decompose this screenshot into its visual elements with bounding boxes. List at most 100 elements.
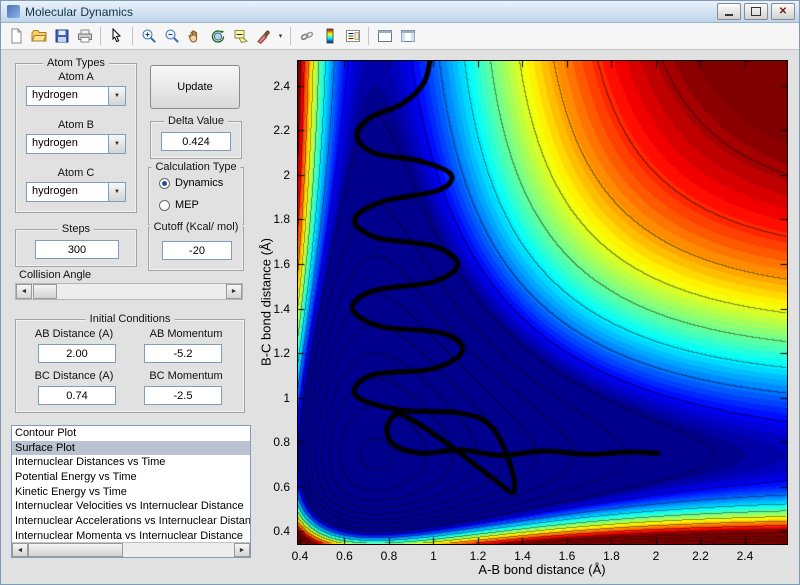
ab-distance-label: AB Distance (A) xyxy=(20,328,128,340)
zoom-out-button[interactable] xyxy=(161,26,182,47)
y-tick-label: 1.6 xyxy=(273,257,290,271)
list-item[interactable]: Kinetic Energy vs Time xyxy=(12,485,250,500)
steps-title: Steps xyxy=(58,223,94,235)
toolbar-separator xyxy=(368,27,369,45)
insert-colorbar-button[interactable] xyxy=(319,26,340,47)
edit-plot-arrow-icon xyxy=(109,28,125,44)
title-bar[interactable]: Molecular Dynamics ✕ xyxy=(1,1,799,23)
print-figure-icon xyxy=(77,28,93,44)
show-plot-tools-button[interactable] xyxy=(397,26,418,47)
list-item[interactable]: Contour Plot xyxy=(12,426,250,441)
insert-legend-button[interactable] xyxy=(342,26,363,47)
save-figure-icon xyxy=(54,28,70,44)
delta-value-field[interactable]: 0.424 xyxy=(161,132,231,151)
x-tick-label: 0.4 xyxy=(292,549,309,563)
x-tick-label: 2.4 xyxy=(737,549,754,563)
close-button[interactable]: ✕ xyxy=(771,3,795,20)
y-tick-label: 1.8 xyxy=(273,212,290,226)
print-figure-button[interactable] xyxy=(74,26,95,47)
chevron-down-icon[interactable]: ▼ xyxy=(108,87,125,105)
atom-a-dropdown[interactable]: hydrogen ▼ xyxy=(26,86,126,106)
insert-legend-icon xyxy=(345,28,361,44)
radio-selected-icon xyxy=(159,178,170,189)
y-tick-label: 1 xyxy=(283,391,290,405)
x-tick-label: 2.2 xyxy=(692,549,709,563)
update-button[interactable]: Update xyxy=(150,65,240,109)
slider-thumb[interactable] xyxy=(33,284,57,299)
slider-track[interactable] xyxy=(32,284,226,299)
brush-dropdown-caret[interactable]: ▾ xyxy=(276,26,285,47)
atom-c-dropdown[interactable]: hydrogen ▼ xyxy=(26,182,126,202)
pan-hand-icon xyxy=(187,28,203,44)
atom-types-panel: Atom Types Atom A hydrogen ▼ Atom B hydr… xyxy=(15,63,137,213)
ab-momentum-field[interactable]: -5.2 xyxy=(144,344,222,363)
link-plot-button[interactable] xyxy=(296,26,317,47)
rotate-3d-button[interactable] xyxy=(207,26,228,47)
pes-canvas[interactable] xyxy=(297,60,788,545)
delta-value-panel: Delta Value 0.424 xyxy=(150,121,242,159)
listbox-hscrollbar[interactable]: ◄ ► xyxy=(12,542,250,557)
scroll-track[interactable] xyxy=(28,543,234,557)
minimize-button[interactable] xyxy=(717,3,741,20)
slider-left-arrow-icon[interactable]: ◄ xyxy=(16,284,32,299)
show-plot-tools-icon xyxy=(400,28,416,44)
ab-distance-field[interactable]: 2.00 xyxy=(38,344,116,363)
atom-c-value: hydrogen xyxy=(27,183,108,201)
chevron-down-icon[interactable]: ▼ xyxy=(108,135,125,153)
bc-momentum-field[interactable]: -2.5 xyxy=(144,386,222,405)
cutoff-field[interactable]: -20 xyxy=(162,241,232,260)
toolbar-separator xyxy=(290,27,291,45)
data-cursor-icon xyxy=(233,28,249,44)
open-file-button[interactable] xyxy=(28,26,49,47)
list-item[interactable]: Surface Plot xyxy=(12,441,250,456)
new-figure-button[interactable] xyxy=(5,26,26,47)
edit-plot-button[interactable] xyxy=(106,26,127,47)
scroll-left-arrow-icon[interactable]: ◄ xyxy=(12,543,28,557)
bc-distance-field[interactable]: 0.74 xyxy=(38,386,116,405)
atom-b-dropdown[interactable]: hydrogen ▼ xyxy=(26,134,126,154)
zoom-in-icon xyxy=(141,28,157,44)
x-tick-label: 1.6 xyxy=(559,549,576,563)
list-item[interactable]: Internuclear Accelerations vs Internucle… xyxy=(12,514,250,529)
zoom-in-button[interactable] xyxy=(138,26,159,47)
chevron-down-icon[interactable]: ▼ xyxy=(108,183,125,201)
hide-plot-tools-button[interactable] xyxy=(374,26,395,47)
maximize-button[interactable] xyxy=(744,3,768,20)
scroll-right-arrow-icon[interactable]: ► xyxy=(234,543,250,557)
x-axis-label: A-B bond distance (Å) xyxy=(478,562,605,577)
link-plot-icon xyxy=(299,28,315,44)
rotate-3d-icon xyxy=(210,28,226,44)
open-file-icon xyxy=(31,28,47,44)
minimize-icon xyxy=(725,14,733,16)
atom-a-value: hydrogen xyxy=(27,87,108,105)
list-item[interactable]: Internuclear Velocities vs Internuclear … xyxy=(12,499,250,514)
radio-dynamics[interactable]: Dynamics xyxy=(159,177,223,189)
steps-field[interactable]: 300 xyxy=(35,240,119,259)
scroll-thumb[interactable] xyxy=(28,543,123,557)
y-tick-label: 1.2 xyxy=(273,346,290,360)
radio-mep[interactable]: MEP xyxy=(159,199,199,211)
y-tick-label: 0.6 xyxy=(273,480,290,494)
bc-momentum-label: BC Momentum xyxy=(132,370,240,382)
save-figure-button[interactable] xyxy=(51,26,72,47)
insert-colorbar-icon xyxy=(322,28,338,44)
list-item[interactable]: Internuclear Distances vs Time xyxy=(12,455,250,470)
atom-c-label: Atom C xyxy=(16,167,136,179)
initial-conditions-panel: Initial Conditions AB Distance (A) AB Mo… xyxy=(15,319,245,413)
pan-button[interactable] xyxy=(184,26,205,47)
collision-angle-slider[interactable]: ◄ ► xyxy=(15,283,243,300)
hide-plot-tools-icon xyxy=(377,28,393,44)
plot-type-listbox[interactable]: Contour PlotSurface PlotInternuclear Dis… xyxy=(11,425,251,558)
y-tick-label: 2 xyxy=(283,168,290,182)
zoom-out-icon xyxy=(164,28,180,44)
collision-angle-label: Collision Angle xyxy=(19,269,91,281)
atom-a-label: Atom A xyxy=(16,71,136,83)
plot-type-rows: Contour PlotSurface PlotInternuclear Dis… xyxy=(12,426,250,544)
brush-button[interactable] xyxy=(253,26,274,47)
list-item[interactable]: Potential Energy vs Time xyxy=(12,470,250,485)
x-tick-label: 1.4 xyxy=(514,549,531,563)
bc-distance-label: BC Distance (A) xyxy=(20,370,128,382)
data-cursor-button[interactable] xyxy=(230,26,251,47)
window-title: Molecular Dynamics xyxy=(25,5,133,19)
slider-right-arrow-icon[interactable]: ► xyxy=(226,284,242,299)
